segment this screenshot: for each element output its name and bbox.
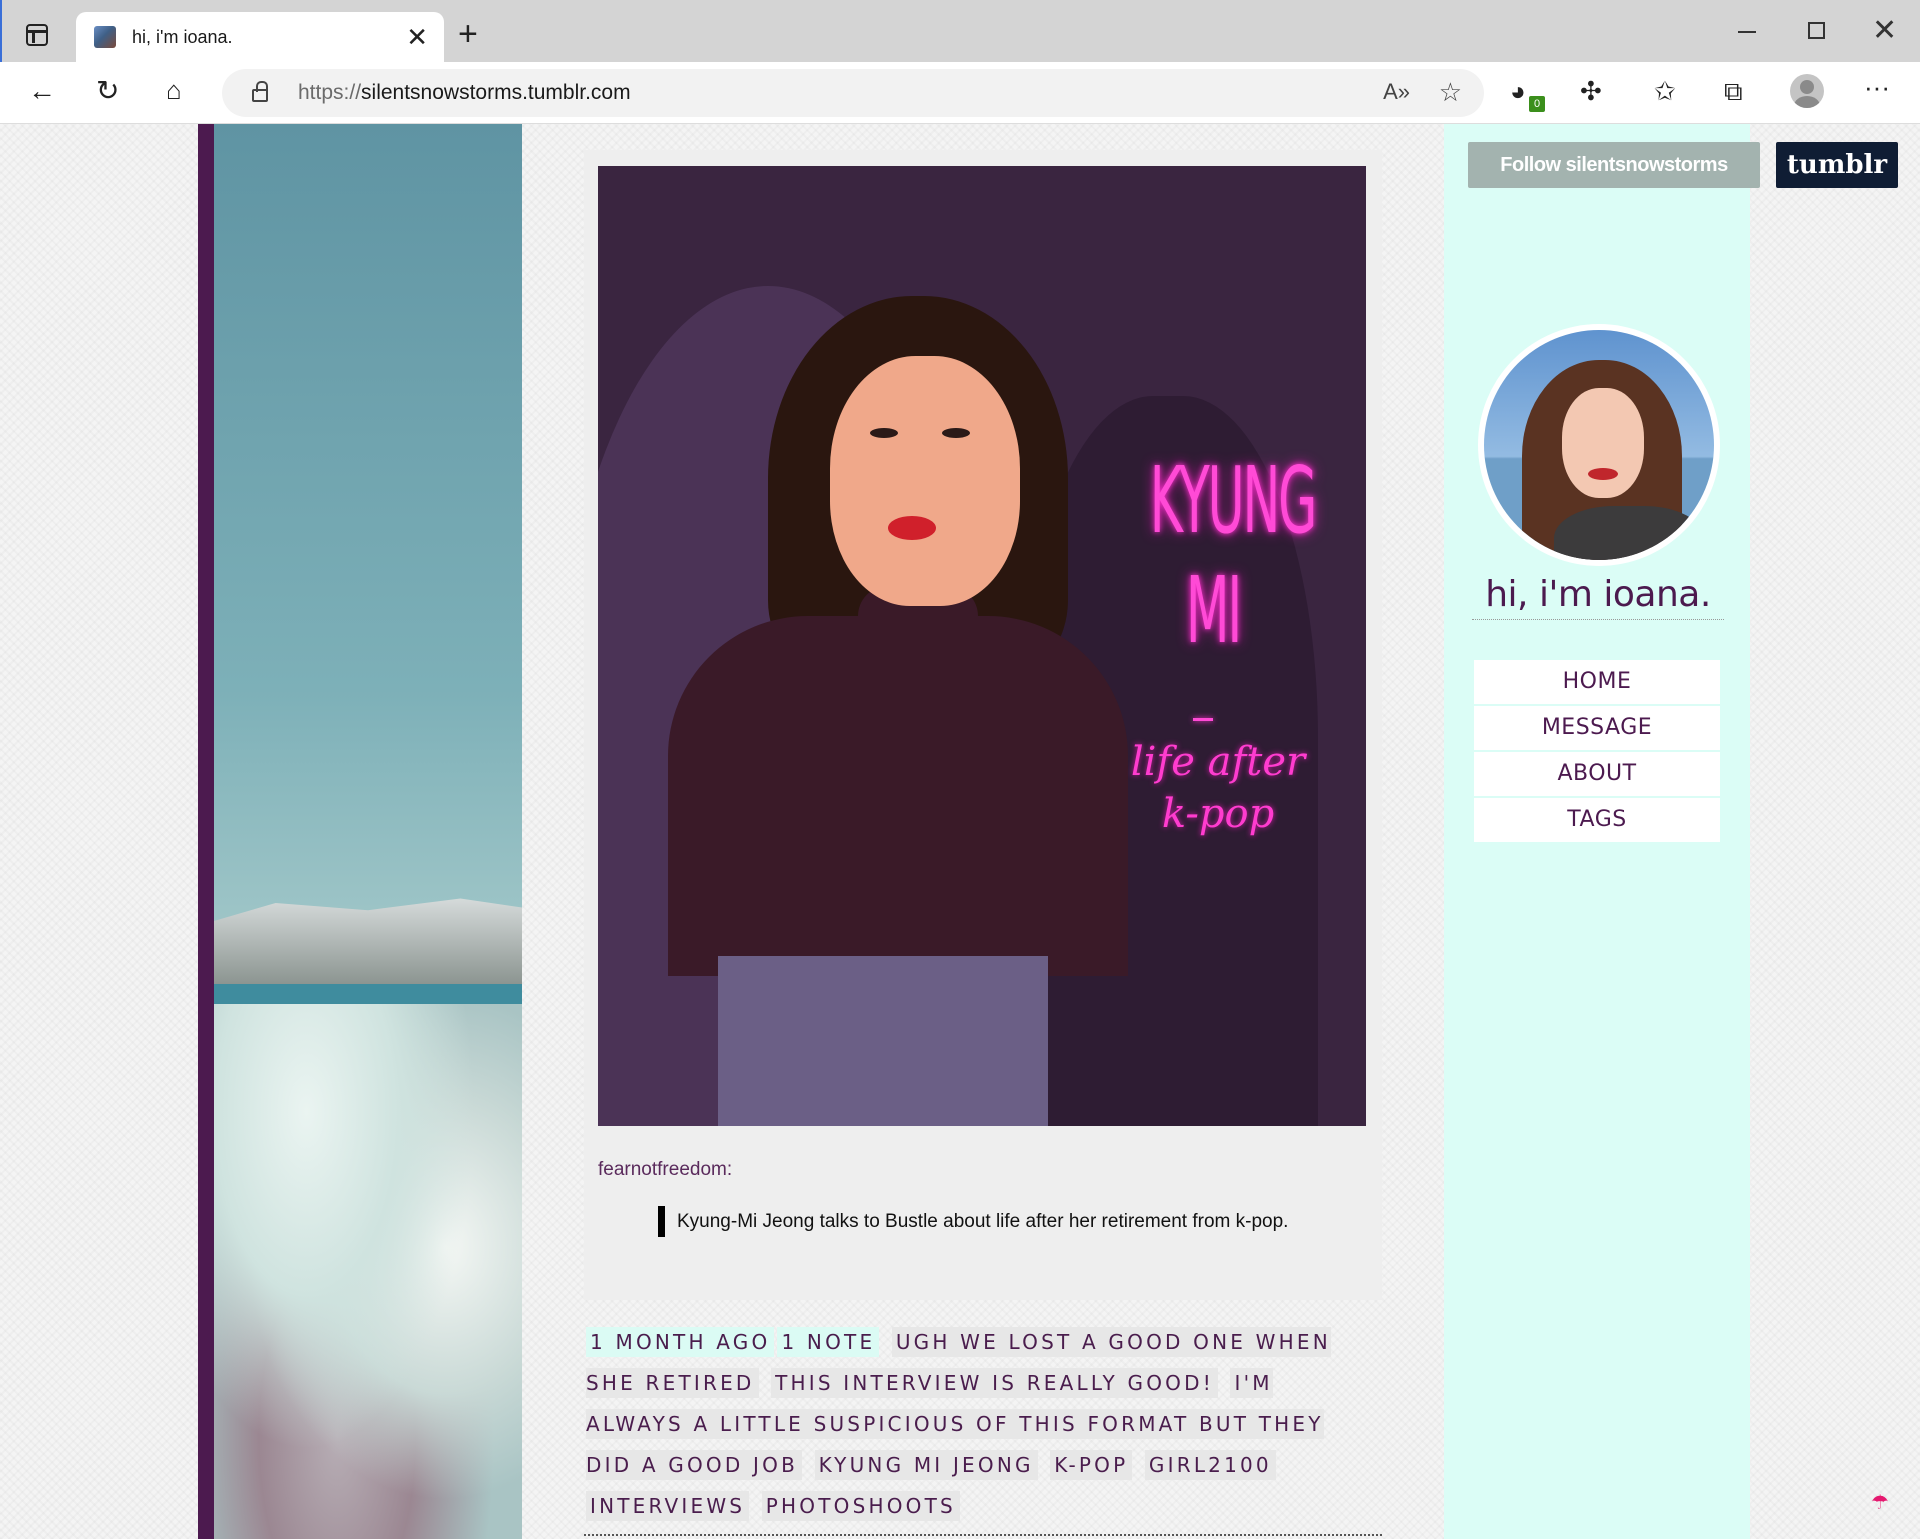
tab-actions-icon[interactable] [26, 24, 48, 46]
refresh-icon[interactable]: ↻ [96, 76, 119, 106]
lock-icon[interactable] [252, 81, 268, 102]
avatar[interactable] [1478, 324, 1720, 566]
home-icon[interactable]: ⌂ [166, 75, 182, 105]
collections-icon[interactable]: ⧉ [1724, 76, 1743, 106]
tab-bar: hi, i'm ioana. ✕ + ✕ [0, 0, 1920, 64]
post-meta: 1 MONTH AGO 1 NOTE UGH WE LOST A GOOD ONE… [586, 1322, 1356, 1527]
neon-dash [1193, 718, 1213, 721]
extension-counter-icon[interactable]: ◕ [1510, 76, 1526, 106]
post-notes[interactable]: 1 NOTE [777, 1327, 880, 1357]
post-divider [584, 1534, 1382, 1536]
foreground-rocks [214, 1004, 522, 1539]
post-tag[interactable]: KYUNG MI JEONG [814, 1450, 1038, 1480]
illustration-eye [870, 428, 898, 438]
nav-about[interactable]: ABOUT [1474, 752, 1720, 796]
read-aloud-icon[interactable]: A» [1383, 79, 1410, 105]
active-tab[interactable]: hi, i'm ioana. ✕ [76, 12, 444, 64]
tumblr-logo-button[interactable]: tumblr [1776, 142, 1898, 188]
plus-icon[interactable]: + [458, 16, 478, 52]
avatar-face [1562, 388, 1644, 498]
close-icon[interactable]: ✕ [406, 22, 428, 52]
favorites-icon[interactable]: ✩ [1654, 76, 1676, 106]
tumblr-page: KYUNG MI life after k-pop fearnotfreedom… [0, 124, 1920, 1539]
profile-icon[interactable] [1790, 74, 1824, 108]
post-tag[interactable]: THIS INTERVIEW IS REALLY GOOD! [771, 1368, 1218, 1398]
tab-favicon [94, 26, 116, 48]
extension-badge: 0 [1529, 96, 1545, 112]
window-close-icon[interactable]: ✕ [1872, 14, 1897, 48]
post-quote: Kyung-Mi Jeong talks to Bustle about lif… [658, 1206, 1306, 1237]
reblog-source: fearnotfreedom: [598, 1159, 732, 1181]
add-favorite-icon[interactable]: ☆ [1439, 77, 1462, 108]
neon-subtitle: life after k-pop [1130, 739, 1306, 837]
blog-title: hi, i'm ioana. [1472, 574, 1724, 620]
post-time[interactable]: 1 MONTH AGO [586, 1327, 775, 1357]
illustration-jeans [718, 956, 1048, 1126]
illustration-lips [888, 516, 936, 540]
avatar-lips [1588, 468, 1618, 480]
url-text[interactable]: https://silentsnowstorms.tumblr.com [298, 81, 631, 105]
back-icon[interactable]: ← [28, 76, 56, 106]
post-image[interactable]: KYUNG MI life after k-pop [598, 166, 1366, 1126]
post-tag[interactable]: K-POP [1050, 1450, 1133, 1480]
post-tag[interactable]: PHOTOSHOOTS [761, 1491, 960, 1521]
minimize-icon[interactable] [1738, 31, 1756, 33]
neon-title: KYUNG MI [1149, 447, 1318, 664]
umbrella-icon[interactable]: ☂ [1871, 1490, 1889, 1515]
sidebar-nav: HOME MESSAGE ABOUT TAGS [1474, 660, 1720, 844]
tab-title: hi, i'm ioana. [132, 27, 233, 47]
nav-message[interactable]: MESSAGE [1474, 706, 1720, 750]
source-suffix: : [726, 1159, 733, 1180]
illustration-face [830, 356, 1020, 606]
avatar-image [1484, 330, 1714, 560]
illustration-eye [942, 428, 970, 438]
extensions-icon[interactable]: ✣ [1580, 76, 1602, 106]
avatar-coat [1554, 506, 1704, 560]
left-accent-bar [198, 124, 214, 1539]
nav-tags[interactable]: TAGS [1474, 798, 1720, 842]
follow-button[interactable]: Follow silentsnowstorms [1468, 142, 1760, 188]
maximize-icon[interactable] [1808, 22, 1825, 39]
background-photo [214, 124, 522, 1539]
address-bar[interactable]: https://silentsnowstorms.tumblr.com A» ☆ [222, 69, 1484, 117]
post-tag[interactable]: INTERVIEWS [586, 1491, 750, 1521]
nav-home[interactable]: HOME [1474, 660, 1720, 704]
browser-toolbar: ← ↻ ⌂ https://silentsnowstorms.tumblr.co… [0, 62, 1920, 124]
more-icon[interactable]: ··· [1864, 72, 1890, 102]
breakwater [214, 898, 522, 984]
post-tag[interactable]: GIRL2100 [1144, 1450, 1276, 1480]
illustration-sweater [668, 616, 1128, 976]
source-link[interactable]: fearnotfreedom [598, 1159, 727, 1180]
